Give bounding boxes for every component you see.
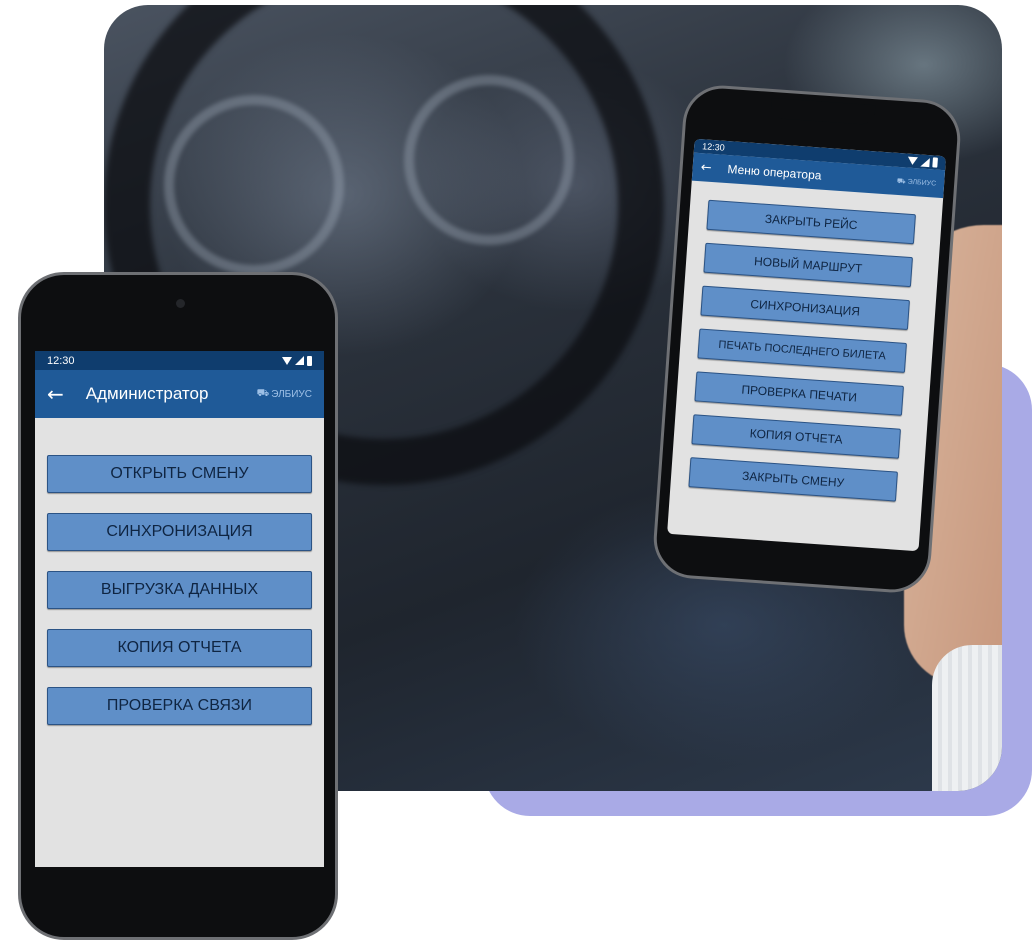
dashboard-gauge — [404, 75, 574, 245]
data-export-button[interactable]: ВЫГРУЗКА ДАННЫХ — [47, 571, 312, 609]
bus-icon: ⛟ — [256, 387, 270, 399]
signal-icon — [920, 157, 930, 167]
back-arrow-icon[interactable]: ← — [47, 382, 64, 406]
connection-check-button[interactable]: ПРОВЕРКА СВЯЗИ — [47, 687, 312, 725]
brand-name: ЭЛБИУС — [271, 388, 312, 400]
back-arrow-icon[interactable]: ← — [700, 160, 712, 176]
front-camera — [176, 299, 185, 308]
admin-phone: 12:30 ← Администратор ⛟ ЭЛБИУС ОТКРЫТЬ С… — [18, 272, 338, 940]
report-copy-button[interactable]: КОПИЯ ОТЧЕТА — [691, 414, 901, 459]
report-copy-button[interactable]: КОПИЯ ОТЧЕТА — [47, 629, 312, 667]
page-title: Меню оператора — [727, 162, 822, 183]
sweater-sleeve — [932, 645, 1002, 791]
battery-icon — [307, 355, 312, 366]
brand-name: ЭЛБИУС — [907, 178, 937, 188]
print-check-button[interactable]: ПРОВЕРКА ПЕЧАТИ — [694, 371, 904, 416]
page-title: Администратор — [85, 384, 209, 403]
status-time: 12:30 — [47, 354, 75, 367]
battery-icon — [932, 157, 938, 168]
sync-button[interactable]: СИНХРОНИЗАЦИЯ — [700, 285, 910, 331]
sync-button[interactable]: СИНХРОНИЗАЦИЯ — [47, 513, 312, 551]
operator-phone: 12:30 ← Меню оператора ⛟ ЭЛБИУС ЗАКРЫТЬ … — [651, 82, 963, 596]
brand-logo: ⛟ ЭЛБИУС — [257, 388, 312, 401]
new-route-button[interactable]: НОВЫЙ МАРШРУТ — [703, 242, 913, 288]
close-trip-button[interactable]: ЗАКРЫТЬ РЕЙС — [706, 199, 916, 245]
phone-notch — [770, 97, 876, 126]
brand-logo: ⛟ ЭЛБИУС — [897, 176, 937, 188]
operator-screen: 12:30 ← Меню оператора ⛟ ЭЛБИУС ЗАКРЫТЬ … — [667, 138, 947, 552]
wifi-icon — [907, 156, 918, 166]
app-bar: ← Администратор ⛟ ЭЛБИУС — [35, 370, 324, 418]
wifi-icon — [282, 356, 292, 365]
status-bar: 12:30 — [35, 351, 324, 370]
dashboard-gauge — [164, 95, 344, 275]
close-shift-button[interactable]: ЗАКРЫТЬ СМЕНУ — [688, 457, 898, 502]
print-last-ticket-button[interactable]: ПЕЧАТЬ ПОСЛЕДНЕГО БИЛЕТА — [697, 328, 907, 373]
open-shift-button[interactable]: ОТКРЫТЬ СМЕНУ — [47, 455, 312, 493]
bus-icon: ⛟ — [896, 177, 906, 185]
admin-screen: 12:30 ← Администратор ⛟ ЭЛБИУС ОТКРЫТЬ С… — [35, 351, 324, 867]
status-time: 12:30 — [701, 141, 726, 153]
signal-icon — [295, 356, 304, 365]
status-icons — [907, 156, 938, 168]
status-icons — [282, 355, 312, 366]
